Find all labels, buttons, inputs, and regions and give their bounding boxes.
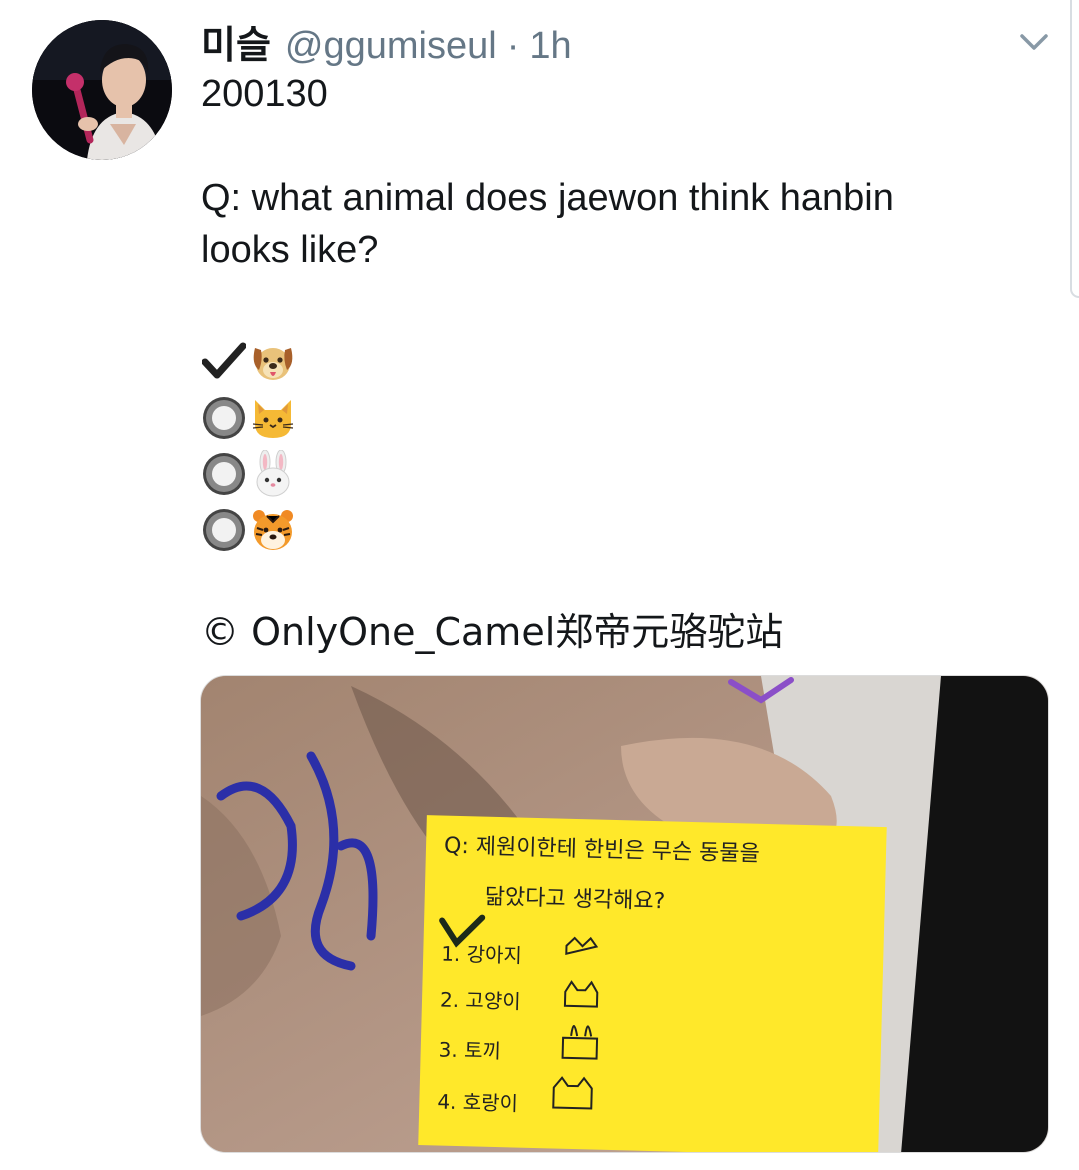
- dog-face-icon: [249, 338, 297, 386]
- poll-option-rabbit: [201, 446, 1031, 502]
- note-option-1: 1. 강아지: [441, 942, 522, 968]
- tweet-header: 미슬 @ggumiseul · 1h: [201, 14, 572, 67]
- note-option-3: 3. 토끼: [438, 1037, 501, 1063]
- rabbit-face-icon: [249, 449, 297, 498]
- heavy-check-mark-icon: [201, 339, 247, 385]
- poll-option-dog: [201, 334, 1031, 390]
- radio-button-icon: [201, 507, 247, 553]
- date-line: 200130: [201, 73, 328, 115]
- tweet-photo[interactable]: Q: 제원이한테 한빈은 무슨 동물을 닮았다고 생각해요? 1. 강아지 2.…: [200, 675, 1049, 1153]
- note-option-4: 4. 호랑이: [437, 1089, 518, 1115]
- tweet-text: 200130 Q: what animal does jaewon think …: [201, 68, 1031, 558]
- photo-credit: © OnlyOne_Camel郑帝元骆驼站: [201, 610, 784, 654]
- poll-option-tiger: [201, 502, 1031, 558]
- sticky-note: Q: 제원이한테 한빈은 무슨 동물을 닮았다고 생각해요? 1. 강아지 2.…: [418, 815, 887, 1152]
- note-question-line-2: 닮았다고 생각해요?: [484, 885, 665, 915]
- question-line-2: looks like?: [201, 229, 379, 271]
- avatar[interactable]: [32, 20, 172, 160]
- handle[interactable]: @ggumiseul: [285, 25, 497, 68]
- chevron-down-icon[interactable]: [1018, 30, 1050, 54]
- tweet[interactable]: 미슬 @ggumiseul · 1h 200130 Q: what animal…: [0, 0, 1079, 1170]
- radio-button-icon: [201, 395, 247, 441]
- timestamp[interactable]: 1h: [529, 25, 571, 68]
- emoji-poll: [201, 334, 1031, 558]
- display-name[interactable]: 미슬: [201, 14, 271, 69]
- poll-option-cat: [201, 390, 1031, 446]
- question-line-1: Q: what animal does jaewon think hanbin: [201, 177, 894, 219]
- cat-face-icon: [249, 394, 297, 442]
- note-option-2: 2. 고양이: [440, 987, 521, 1013]
- radio-button-icon: [201, 451, 247, 497]
- separator-dot: ·: [506, 25, 520, 67]
- tiger-face-icon: [249, 506, 297, 554]
